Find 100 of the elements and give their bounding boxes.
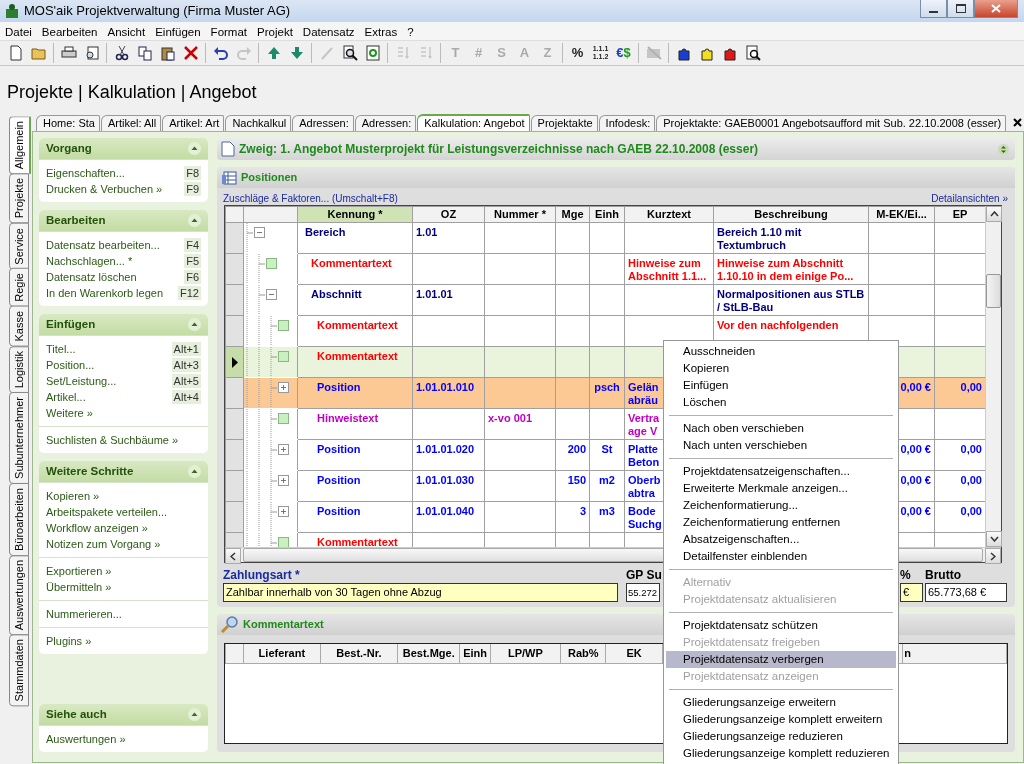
collapse-icon[interactable] bbox=[254, 227, 265, 238]
scrollbar-thumb[interactable] bbox=[986, 274, 1001, 308]
document-tab[interactable]: Infodesk: bbox=[598, 115, 656, 131]
collapse-icon[interactable] bbox=[266, 289, 277, 300]
task-link[interactable]: Arbeitspakete verteilen... bbox=[46, 503, 168, 521]
payment-terms-field[interactable]: Zahlbar innerhalb von 30 Tagen ohne Abzug bbox=[223, 583, 618, 602]
menu-item[interactable]: Ansicht bbox=[102, 22, 151, 40]
grid-row[interactable]: Kommentartext Hinweise zum Abschnitt 1.1... Hinweise zum Abschnitt 1.10.10 in dem einige Po... bbox=[225, 253, 985, 285]
gross-field[interactable]: 65.773,68 € bbox=[925, 583, 1007, 602]
menu-item[interactable]: Datensatz bbox=[297, 22, 360, 40]
grid-row[interactable]: Abschnitt 1.01.01 Normalpositionen aus STLB / StLB-Bau bbox=[225, 284, 985, 316]
menu-item[interactable]: Einfügen bbox=[666, 377, 896, 394]
column-header[interactable]: M-EK/Ei... bbox=[868, 206, 935, 223]
collapse-icon[interactable] bbox=[188, 465, 201, 478]
side-tab[interactable]: Regie bbox=[9, 268, 29, 308]
menu-item[interactable]: Nach oben verschieben bbox=[666, 420, 896, 437]
document-tab[interactable]: Projektakte: GAEB0001 Angebotsaufford mit Sub. 22.10.2008 (esser) bbox=[656, 115, 1007, 131]
task-link[interactable]: In den Warenkorb legen bbox=[46, 284, 163, 302]
link[interactable]: Detailansichten » bbox=[931, 191, 1008, 205]
document-tab[interactable]: Adressen: bbox=[354, 115, 417, 131]
document-tab[interactable]: Artikel: Art bbox=[162, 115, 225, 131]
task-link[interactable]: Weitere » bbox=[46, 404, 93, 422]
toolbar-button[interactable]: €$ bbox=[612, 42, 635, 64]
menu-item[interactable]: Bearbeiten bbox=[36, 22, 103, 40]
side-tab[interactable]: Service bbox=[9, 222, 29, 270]
side-tab[interactable]: Subunternehmer bbox=[9, 392, 29, 484]
document-tab[interactable]: Kalkulation: Angebot bbox=[417, 114, 530, 131]
menu-item[interactable]: Gliederungsanzeige reduzieren bbox=[666, 728, 896, 745]
toolbar-button[interactable]: % bbox=[566, 42, 589, 64]
menu-item[interactable]: Detailfenster einblenden bbox=[666, 548, 896, 565]
document-tab[interactable]: Projektakte bbox=[530, 115, 598, 131]
grid-row[interactable]: Bereich 1.01 Bereich 1.10 mit Textumbruch bbox=[225, 222, 985, 254]
column-header[interactable]: n bbox=[904, 647, 911, 659]
scroll-left-icon[interactable] bbox=[230, 551, 236, 561]
task-link[interactable]: Übermitteln » bbox=[46, 578, 112, 596]
menu-item[interactable]: Zeichenformatierung entfernen bbox=[666, 514, 896, 531]
menu-item[interactable]: Datei bbox=[0, 22, 37, 40]
task-link[interactable]: Artikel... bbox=[46, 388, 86, 406]
side-tab[interactable]: Auswertungen bbox=[9, 554, 29, 636]
column-header[interactable]: Lieferant bbox=[243, 644, 321, 663]
total-field[interactable]: 55.272 bbox=[626, 583, 660, 602]
task-link[interactable]: Plugins » bbox=[46, 632, 92, 650]
scroll-down-icon[interactable] bbox=[989, 536, 999, 542]
close-icon[interactable] bbox=[1013, 117, 1022, 127]
column-header[interactable]: Rab% bbox=[560, 644, 606, 663]
expand-icon[interactable] bbox=[278, 382, 289, 393]
column-header[interactable]: Kennung * bbox=[297, 206, 413, 223]
column-header[interactable]: Best.-Nr. bbox=[320, 644, 398, 663]
menu-item[interactable]: Format bbox=[205, 22, 253, 40]
task-link[interactable]: Notizen zum Vorgang » bbox=[46, 535, 161, 553]
column-header[interactable]: LP/WP bbox=[490, 644, 561, 663]
task-link[interactable]: Nachschlagen... * bbox=[46, 252, 133, 270]
column-header[interactable]: Nummer * bbox=[484, 206, 556, 223]
scroll-up-icon[interactable] bbox=[989, 211, 999, 217]
menu-item[interactable]: Kopieren bbox=[666, 360, 896, 377]
task-link[interactable]: Position... bbox=[46, 356, 95, 374]
side-tab[interactable]: Logistik bbox=[9, 345, 29, 393]
side-tab[interactable]: Kasse bbox=[9, 306, 29, 347]
menu-item[interactable]: Gliederungsanzeige komplett reduzieren bbox=[666, 745, 896, 762]
side-tab[interactable]: Stammdaten bbox=[9, 634, 29, 707]
menu-item[interactable]: Absatzeigenschaften... bbox=[666, 531, 896, 548]
vertical-scrollbar[interactable] bbox=[985, 206, 1001, 547]
task-link[interactable]: Suchlisten & Suchbäume » bbox=[46, 431, 179, 449]
task-link[interactable]: Workflow anzeigen » bbox=[46, 519, 148, 537]
document-tab[interactable]: Artikel: All bbox=[100, 115, 162, 131]
expand-icon[interactable] bbox=[278, 506, 289, 517]
menu-item[interactable]: Löschen bbox=[666, 394, 896, 411]
document-tab[interactable]: Home: Sta bbox=[36, 115, 100, 131]
document-tab[interactable]: Nachkalkul bbox=[225, 115, 292, 131]
task-link[interactable]: Exportieren » bbox=[46, 562, 112, 580]
menu-item[interactable]: ? bbox=[402, 22, 419, 40]
column-header[interactable]: OZ bbox=[412, 206, 485, 223]
task-link[interactable]: Datensatz löschen bbox=[46, 268, 137, 286]
column-header[interactable]: Mge bbox=[555, 206, 590, 223]
side-tab[interactable]: Allgemein bbox=[9, 116, 31, 175]
menu-item[interactable]: Einfügen bbox=[150, 22, 206, 40]
column-header[interactable]: Kurztext bbox=[624, 206, 714, 223]
collapse-icon[interactable] bbox=[188, 318, 201, 331]
column-header[interactable]: Best.Mge. bbox=[397, 644, 460, 663]
discount-field[interactable]: € bbox=[900, 583, 923, 602]
collapse-icon[interactable] bbox=[188, 214, 201, 227]
scroll-arrows-icon[interactable] bbox=[998, 143, 1009, 155]
menu-item[interactable]: Projektdatensatz verbergen bbox=[666, 651, 896, 668]
task-link[interactable]: Drucken & Verbuchen » bbox=[46, 180, 163, 198]
link[interactable]: Zuschläge & Faktoren... (Umschalt+F8) bbox=[223, 191, 398, 205]
collapse-icon[interactable] bbox=[188, 142, 201, 155]
column-header[interactable]: EK bbox=[605, 644, 663, 663]
maximize-button[interactable] bbox=[947, 0, 974, 18]
expand-icon[interactable] bbox=[278, 444, 289, 455]
task-link[interactable]: Set/Leistung... bbox=[46, 372, 117, 390]
menu-item[interactable]: Erweiterte Merkmale anzeigen... bbox=[666, 480, 896, 497]
scroll-right-icon[interactable] bbox=[990, 551, 996, 561]
column-header[interactable]: Einh bbox=[459, 644, 491, 663]
side-tab[interactable]: Projekte bbox=[9, 173, 29, 224]
menu-item[interactable]: Gliederungsanzeige komplett erweitern bbox=[666, 711, 896, 728]
column-header[interactable]: EP bbox=[934, 206, 985, 223]
task-link[interactable]: Datensatz bearbeiten... bbox=[46, 236, 160, 254]
menu-item[interactable]: Projekt bbox=[252, 22, 298, 40]
close-button[interactable] bbox=[974, 0, 1018, 18]
task-link[interactable]: Nummerieren... bbox=[46, 605, 122, 623]
